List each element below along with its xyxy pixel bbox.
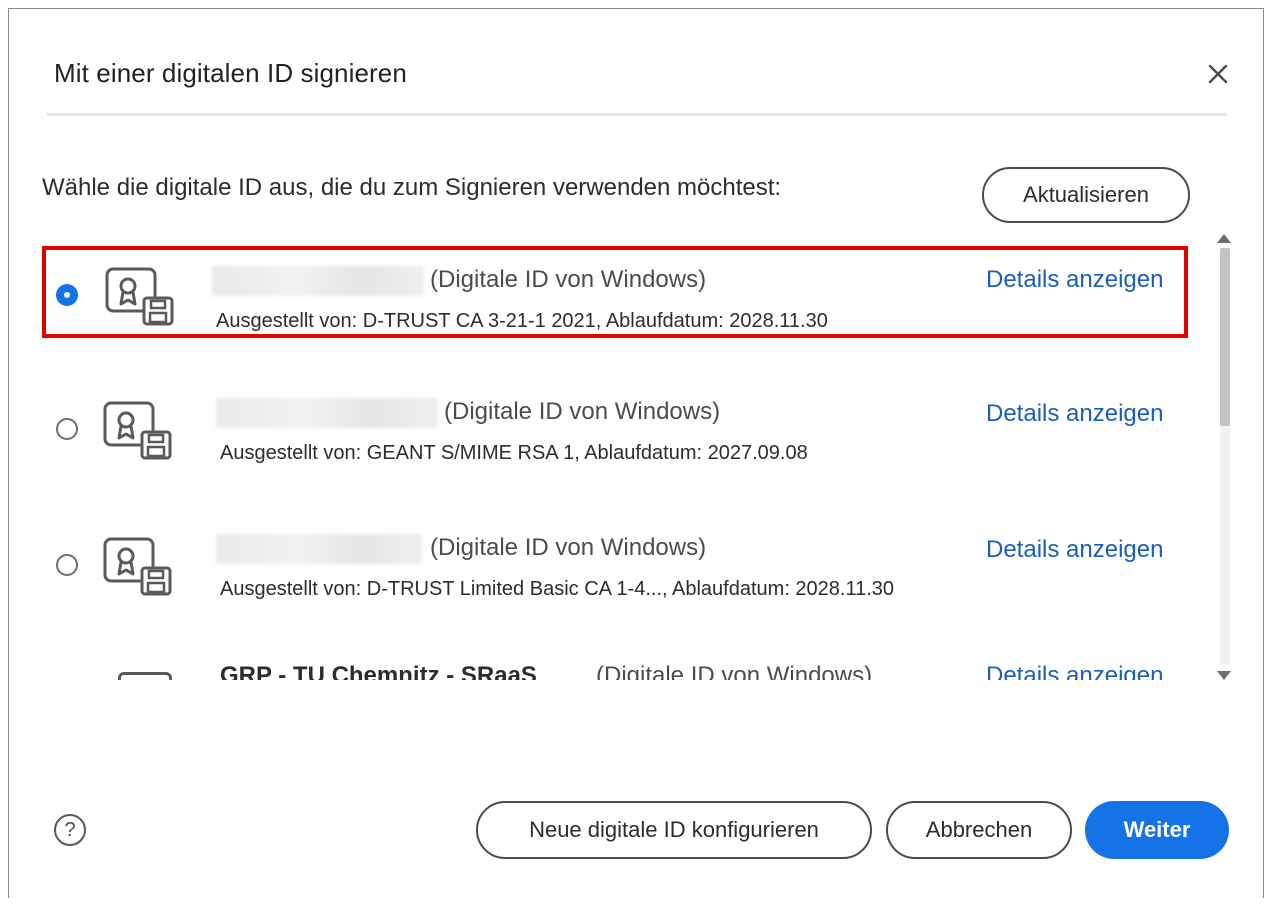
scroll-down-arrow-icon[interactable]: [1217, 671, 1231, 680]
cancel-button[interactable]: Abbrechen: [886, 801, 1072, 859]
certificate-icon: [103, 537, 172, 596]
redacted-id-name: [216, 398, 438, 428]
certificate-icon: [118, 672, 172, 680]
id-issuer-info: Ausgestellt von: D-TRUST Limited Basic C…: [220, 578, 895, 600]
certificate-icon: [103, 401, 172, 460]
scroll-up-arrow-icon[interactable]: [1217, 234, 1231, 243]
redacted-id-name: [212, 266, 424, 296]
redacted-id-name: [216, 534, 422, 564]
digital-id-item[interactable]: (Digitale ID von Windows) Ausgestellt vo…: [40, 514, 1190, 606]
radio-button-selected[interactable]: [56, 284, 78, 306]
digital-id-item[interactable]: (Digitale ID von Windows) Ausgestellt vo…: [40, 376, 1190, 468]
id-type-label: (Digitale ID von Windows): [596, 662, 873, 680]
digital-id-list[interactable]: (Digitale ID von Windows) Ausgestellt vo…: [40, 240, 1216, 680]
close-icon[interactable]: [1204, 60, 1232, 88]
scroll-thumb[interactable]: [1220, 248, 1230, 426]
radio-button[interactable]: [56, 418, 78, 440]
id-type-label: (Digitale ID von Windows): [430, 266, 707, 293]
id-type-label: (Digitale ID von Windows): [430, 534, 707, 561]
dialog-title: Mit einer digitalen ID signieren: [54, 58, 407, 88]
id-name: GRP - TU Chemnitz - SRaaS: [220, 662, 537, 680]
list-scrollbar[interactable]: [1214, 232, 1232, 684]
help-icon[interactable]: ?: [54, 814, 86, 846]
refresh-button[interactable]: Aktualisieren: [982, 167, 1190, 223]
id-issuer-info: Ausgestellt von: GEANT S/MIME RSA 1, Abl…: [220, 442, 808, 464]
select-id-prompt: Wähle die digitale ID aus, die du zum Si…: [42, 174, 782, 201]
details-link[interactable]: Details anzeigen: [986, 536, 1163, 564]
digital-id-item[interactable]: GRP - TU Chemnitz - SRaaS (Digitale ID v…: [40, 662, 1190, 680]
id-type-label: (Digitale ID von Windows): [444, 398, 721, 425]
details-link[interactable]: Details anzeigen: [986, 400, 1163, 428]
details-link[interactable]: Details anzeigen: [986, 662, 1163, 680]
radio-button[interactable]: [56, 554, 78, 576]
next-button[interactable]: Weiter: [1085, 801, 1229, 859]
digital-id-item[interactable]: (Digitale ID von Windows) Ausgestellt vo…: [42, 246, 1188, 338]
title-divider: [47, 113, 1227, 116]
configure-new-id-button[interactable]: Neue digitale ID konfigurieren: [476, 801, 872, 859]
details-link[interactable]: Details anzeigen: [986, 266, 1163, 294]
id-issuer-info: Ausgestellt von: D-TRUST CA 3-21-1 2021,…: [216, 310, 828, 332]
certificate-icon: [105, 267, 174, 326]
